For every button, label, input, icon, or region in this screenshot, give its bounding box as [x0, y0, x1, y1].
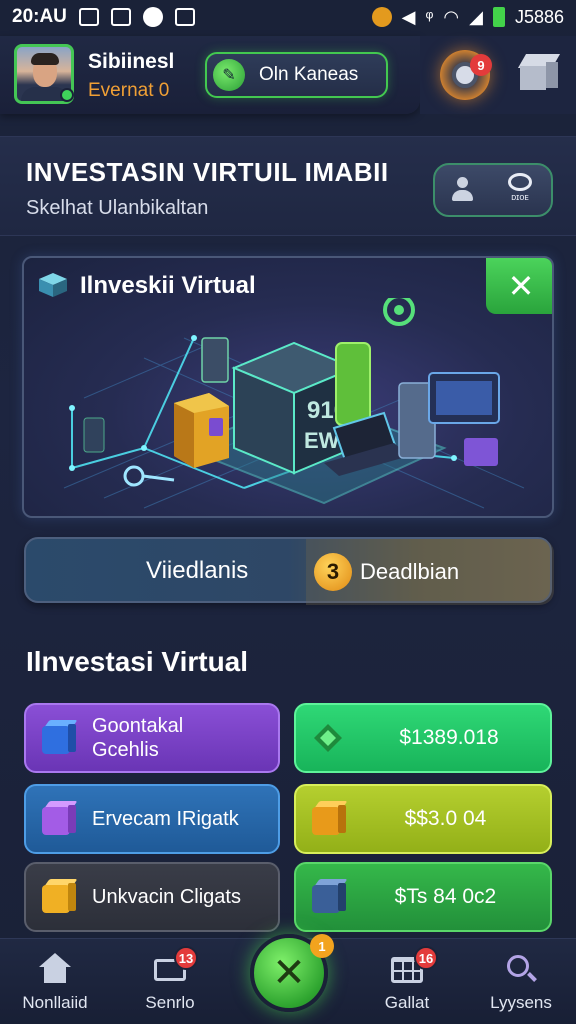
messenger-icon — [142, 7, 163, 27]
hero-title: Ilnveskii Virtual — [80, 272, 256, 299]
cube-icon — [39, 273, 67, 297]
nav-label: Lyysens — [490, 993, 552, 1012]
home-icon — [37, 953, 73, 985]
messages-badge: 13 — [174, 946, 198, 970]
profile-actions-button[interactable]: ᴅɪᴏᴇ — [433, 163, 553, 217]
app-notification-icon — [371, 7, 392, 27]
status-time: 20:AU — [12, 6, 67, 27]
banner-right-label: Deadlbian — [360, 559, 460, 584]
investment-value-card-1[interactable]: $1389.018 — [294, 703, 552, 773]
cell-signal-icon: ◢ — [469, 6, 483, 27]
battery-icon — [492, 7, 505, 27]
volume-icon: ◀ — [401, 6, 416, 27]
signal-icon: ᵠ — [425, 6, 434, 27]
cube-icon — [308, 877, 348, 917]
investment-value: $$3.0 04 — [404, 807, 487, 830]
nav-item-search[interactable]: Lyysens — [466, 953, 576, 1013]
investment-card-3[interactable]: Unkvacin Cligats — [24, 862, 280, 932]
investment-card-1[interactable]: Goontakal Gcehlis — [24, 703, 280, 773]
image-icon — [78, 8, 99, 26]
status-bar: 20:AU ◀ ᵠ ◠ ◢ Ј5886 — [0, 0, 576, 34]
cube-icon — [38, 718, 78, 758]
nav-label: Senrlo — [145, 993, 195, 1012]
hero-illustration: 910 EWN — [63, 298, 525, 509]
search-icon — [503, 953, 539, 985]
banner-left-label: Viiedlanis — [146, 557, 249, 584]
online-status-dot — [60, 88, 74, 102]
page-subtitle: Skelhat Ulanbikaltan — [26, 197, 209, 219]
ring-icon: ᴅɪᴏᴇ — [503, 173, 537, 207]
user-name: Sibiinesl — [88, 50, 175, 73]
section-title: Ilnvestasi Virtual — [26, 646, 249, 677]
photo-icon — [174, 8, 195, 26]
box-icon[interactable] — [517, 52, 561, 94]
leaf-icon — [308, 718, 348, 758]
notification-badge: 9 — [470, 54, 492, 76]
nav-label: Nonllaiid — [22, 993, 88, 1012]
page-title: INVESTASIN VIRTUIL IMABII — [26, 157, 389, 187]
cube-icon — [308, 799, 348, 839]
person-icon — [449, 177, 475, 203]
investment-label: Ervecam IRigatk — [92, 808, 239, 830]
profile-header: Sibiinesl Evernat 0 ✎ Oln Kaneas — [0, 36, 420, 114]
deadline-banner[interactable]: Viiedlanis 3 Deadlbian — [24, 537, 554, 605]
gallery-badge: 16 — [414, 946, 438, 970]
nav-label: Gallat — [384, 993, 430, 1012]
user-subtitle: Evernat 0 — [88, 80, 170, 101]
cube-icon — [38, 799, 78, 839]
investment-value-card-2[interactable]: $$3.0 04 — [294, 784, 552, 854]
investment-label: Unkvacin Cligats — [92, 886, 241, 908]
hero-card[interactable]: Ilnveskii Virtual ✕ 910 EWN — [22, 256, 554, 518]
fab-badge: 1 — [310, 934, 334, 958]
leaf-icon: ✎ — [213, 59, 245, 91]
status-pill-label: Oln Kaneas — [259, 64, 359, 85]
cube-icon — [38, 877, 78, 917]
gallery-icon — [110, 8, 131, 26]
nav-item-gallery[interactable]: Gallat — [352, 953, 462, 1013]
nav-item-home[interactable]: Nonllaiid — [0, 953, 110, 1013]
wifi-icon: ◠ — [443, 6, 460, 27]
investment-value-card-3[interactable]: $Ts 84 0c2 — [294, 862, 552, 932]
investment-label: Goontakal Gcehlis — [92, 715, 184, 761]
status-right-text: Ј5886 — [514, 6, 564, 27]
banner-count-badge: 3 — [314, 553, 352, 591]
status-pill-button[interactable]: ✎ Oln Kaneas — [205, 52, 388, 98]
investment-value: $Ts 84 0c2 — [394, 885, 497, 908]
title-section: INVESTASIN VIRTUIL IMABII Skelhat Ulanbi… — [0, 136, 576, 236]
investment-value: $1389.018 — [399, 726, 499, 749]
nav-item-messages[interactable]: Senrlo — [115, 953, 225, 1013]
investment-card-2[interactable]: Ervecam IRigatk — [24, 784, 280, 854]
